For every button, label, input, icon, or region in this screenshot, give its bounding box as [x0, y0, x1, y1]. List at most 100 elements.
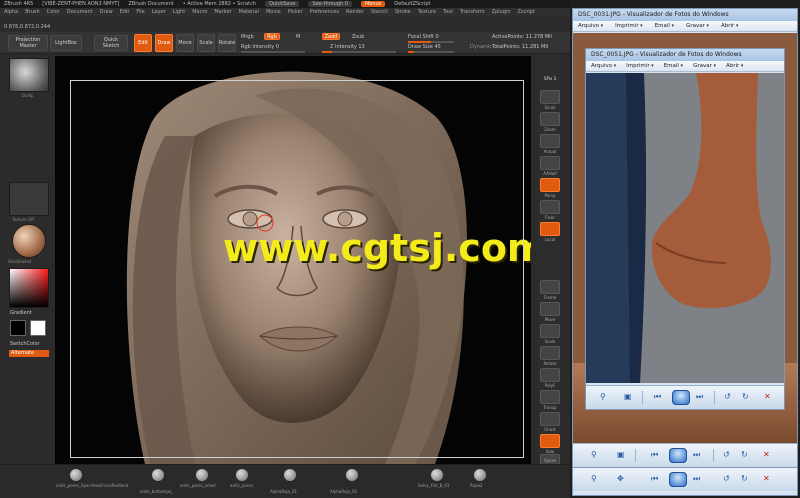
draw-mode-button[interactable]: Draw — [155, 34, 173, 52]
menu-document[interactable]: Document — [67, 9, 93, 15]
menu-light[interactable]: Light — [173, 9, 185, 15]
zoom-icon[interactable]: ⚲ — [600, 392, 606, 402]
actual-size-icon[interactable]: ✥ — [617, 474, 624, 484]
zadd-toggle[interactable]: Zadd — [322, 33, 340, 40]
persp-button[interactable] — [540, 178, 560, 192]
alpha-icon[interactable] — [236, 469, 248, 481]
quicksave-button[interactable]: QuickSave — [264, 1, 300, 7]
material-thumbnail[interactable] — [12, 224, 46, 258]
zbrush-canvas[interactable]: www.cgtsj.com — [55, 56, 531, 464]
menu-macro[interactable]: Macro — [192, 9, 207, 15]
spix-label[interactable]: SPix 3 — [538, 76, 562, 81]
menu-preferences[interactable]: Preferences — [310, 9, 339, 15]
rotate-left-icon[interactable]: ↺ — [723, 474, 730, 484]
alpha-2-label[interactable]: antic_bottompo_ — [140, 489, 173, 494]
menu-abrir[interactable]: Abrir — [721, 23, 738, 29]
menu-transform[interactable]: Transform — [460, 9, 485, 15]
menu-zscript[interactable]: Zscript — [518, 9, 535, 15]
zoom-icon[interactable]: ⚲ — [591, 450, 597, 460]
secondary-color-swatch[interactable] — [30, 320, 46, 336]
quick-sketch-button[interactable]: Quick Sketch — [94, 35, 128, 51]
menu-color[interactable]: Color — [47, 9, 60, 15]
rotate-right-icon[interactable]: ↻ — [742, 392, 749, 402]
switch-color-label[interactable]: SwitchColor — [10, 341, 40, 347]
delete-icon[interactable]: ✕ — [763, 450, 770, 460]
rotate-mode-button[interactable]: Rotate — [218, 34, 236, 52]
menu-brush[interactable]: Brush — [25, 9, 39, 15]
delete-icon[interactable]: ✕ — [764, 392, 771, 402]
actual-size-icon[interactable]: ▣ — [617, 450, 625, 460]
main-color-swatch[interactable] — [10, 320, 26, 336]
scroll-button[interactable] — [540, 90, 560, 104]
menu-layer[interactable]: Layer — [152, 9, 166, 15]
alternate-button[interactable]: Alternate — [9, 350, 49, 357]
menu-arquivo[interactable]: Arquivo — [591, 63, 616, 69]
menu-file[interactable]: File — [136, 9, 144, 15]
projection-master-button[interactable]: Projection Master — [8, 35, 48, 51]
polyf-button[interactable] — [540, 368, 560, 382]
alpha-7-label[interactable]: Selvy_Fidl_B_01 — [418, 483, 449, 488]
aahalf-button[interactable] — [540, 156, 560, 170]
slideshow-icon[interactable] — [669, 472, 687, 487]
floor-button[interactable] — [540, 200, 560, 214]
previous-icon[interactable]: ⏮ — [654, 392, 661, 402]
mrgb-toggle[interactable]: Mrgb — [241, 34, 254, 40]
color-picker[interactable] — [9, 268, 49, 308]
menu-gravar[interactable]: Gravar — [693, 63, 716, 69]
edit-mode-button[interactable]: Edit — [134, 34, 152, 52]
alpha-3-label[interactable]: antic_pores_small — [180, 483, 216, 488]
default-zscript-button[interactable]: DefaultZScript — [394, 1, 430, 7]
menu-picker[interactable]: Picker — [288, 9, 303, 15]
menu-email[interactable]: Email — [664, 63, 683, 69]
menu-tool[interactable]: Tool — [443, 9, 453, 15]
scale-mode-button[interactable]: Scale — [197, 34, 215, 52]
previous-icon[interactable]: ⏮ — [651, 474, 658, 484]
m-toggle[interactable]: M — [296, 34, 300, 40]
alpha-icon[interactable] — [70, 469, 82, 481]
menus-button[interactable]: Menus — [360, 1, 386, 7]
menu-gravar[interactable]: Gravar — [686, 23, 709, 29]
delete-icon[interactable]: ✕ — [763, 474, 770, 484]
rotate-right-icon[interactable]: ↻ — [741, 450, 748, 460]
alpha-4-label[interactable]: antic_pores — [230, 483, 253, 488]
zsub-toggle[interactable]: Zsub — [352, 34, 364, 40]
move-button[interactable] — [540, 302, 560, 316]
alpha-icon[interactable] — [474, 469, 486, 481]
rotate-left-icon[interactable]: ↺ — [724, 392, 731, 402]
menu-marker[interactable]: Marker — [214, 9, 231, 15]
alpha-5-label[interactable]: AlphaRoja_01 — [270, 489, 297, 494]
alpha-icon[interactable] — [196, 469, 208, 481]
alpha-icon[interactable] — [284, 469, 296, 481]
alpha-1-label[interactable]: antic_pores_Spar-AnkoForsoRedlond — [56, 483, 128, 488]
transp-button[interactable] — [540, 390, 560, 404]
menu-imprimir[interactable]: Imprimir — [626, 63, 654, 69]
menu-arquivo[interactable]: Arquivo — [578, 23, 603, 29]
solo-button[interactable] — [540, 434, 560, 448]
alpha-icon[interactable] — [346, 469, 358, 481]
rgb-intensity-slider[interactable] — [241, 51, 305, 53]
rotate-left-icon[interactable]: ↺ — [723, 450, 730, 460]
actual-size-icon[interactable]: ▣ — [624, 392, 632, 402]
menu-movie[interactable]: Movie — [266, 9, 281, 15]
menu-draw[interactable]: Draw — [100, 9, 113, 15]
texture-thumbnail[interactable] — [9, 182, 49, 216]
frame-button[interactable] — [540, 280, 560, 294]
alpha-8-label[interactable]: Rope2 — [470, 483, 483, 488]
zoom-icon[interactable]: ⚲ — [591, 474, 597, 484]
draw-size-slider[interactable] — [408, 51, 454, 53]
local-button[interactable] — [540, 222, 560, 236]
menu-imprimir[interactable]: Imprimir — [615, 23, 643, 29]
scale-button[interactable] — [540, 324, 560, 338]
brush-thumbnail[interactable] — [9, 58, 49, 92]
see-through-slider[interactable]: See-through 0 — [308, 1, 352, 7]
menu-stroke[interactable]: Stroke — [395, 9, 411, 15]
menu-email[interactable]: Email — [655, 23, 674, 29]
next-icon[interactable]: ⏭ — [693, 450, 700, 460]
ghost-button[interactable] — [540, 412, 560, 426]
move-mode-button[interactable]: Move — [176, 34, 194, 52]
alpha-icon[interactable] — [431, 469, 443, 481]
rotate-right-icon[interactable]: ↻ — [741, 474, 748, 484]
menu-stencil[interactable]: Stencil — [371, 9, 388, 15]
alpha-icon[interactable] — [152, 469, 164, 481]
rotate-button[interactable] — [540, 346, 560, 360]
